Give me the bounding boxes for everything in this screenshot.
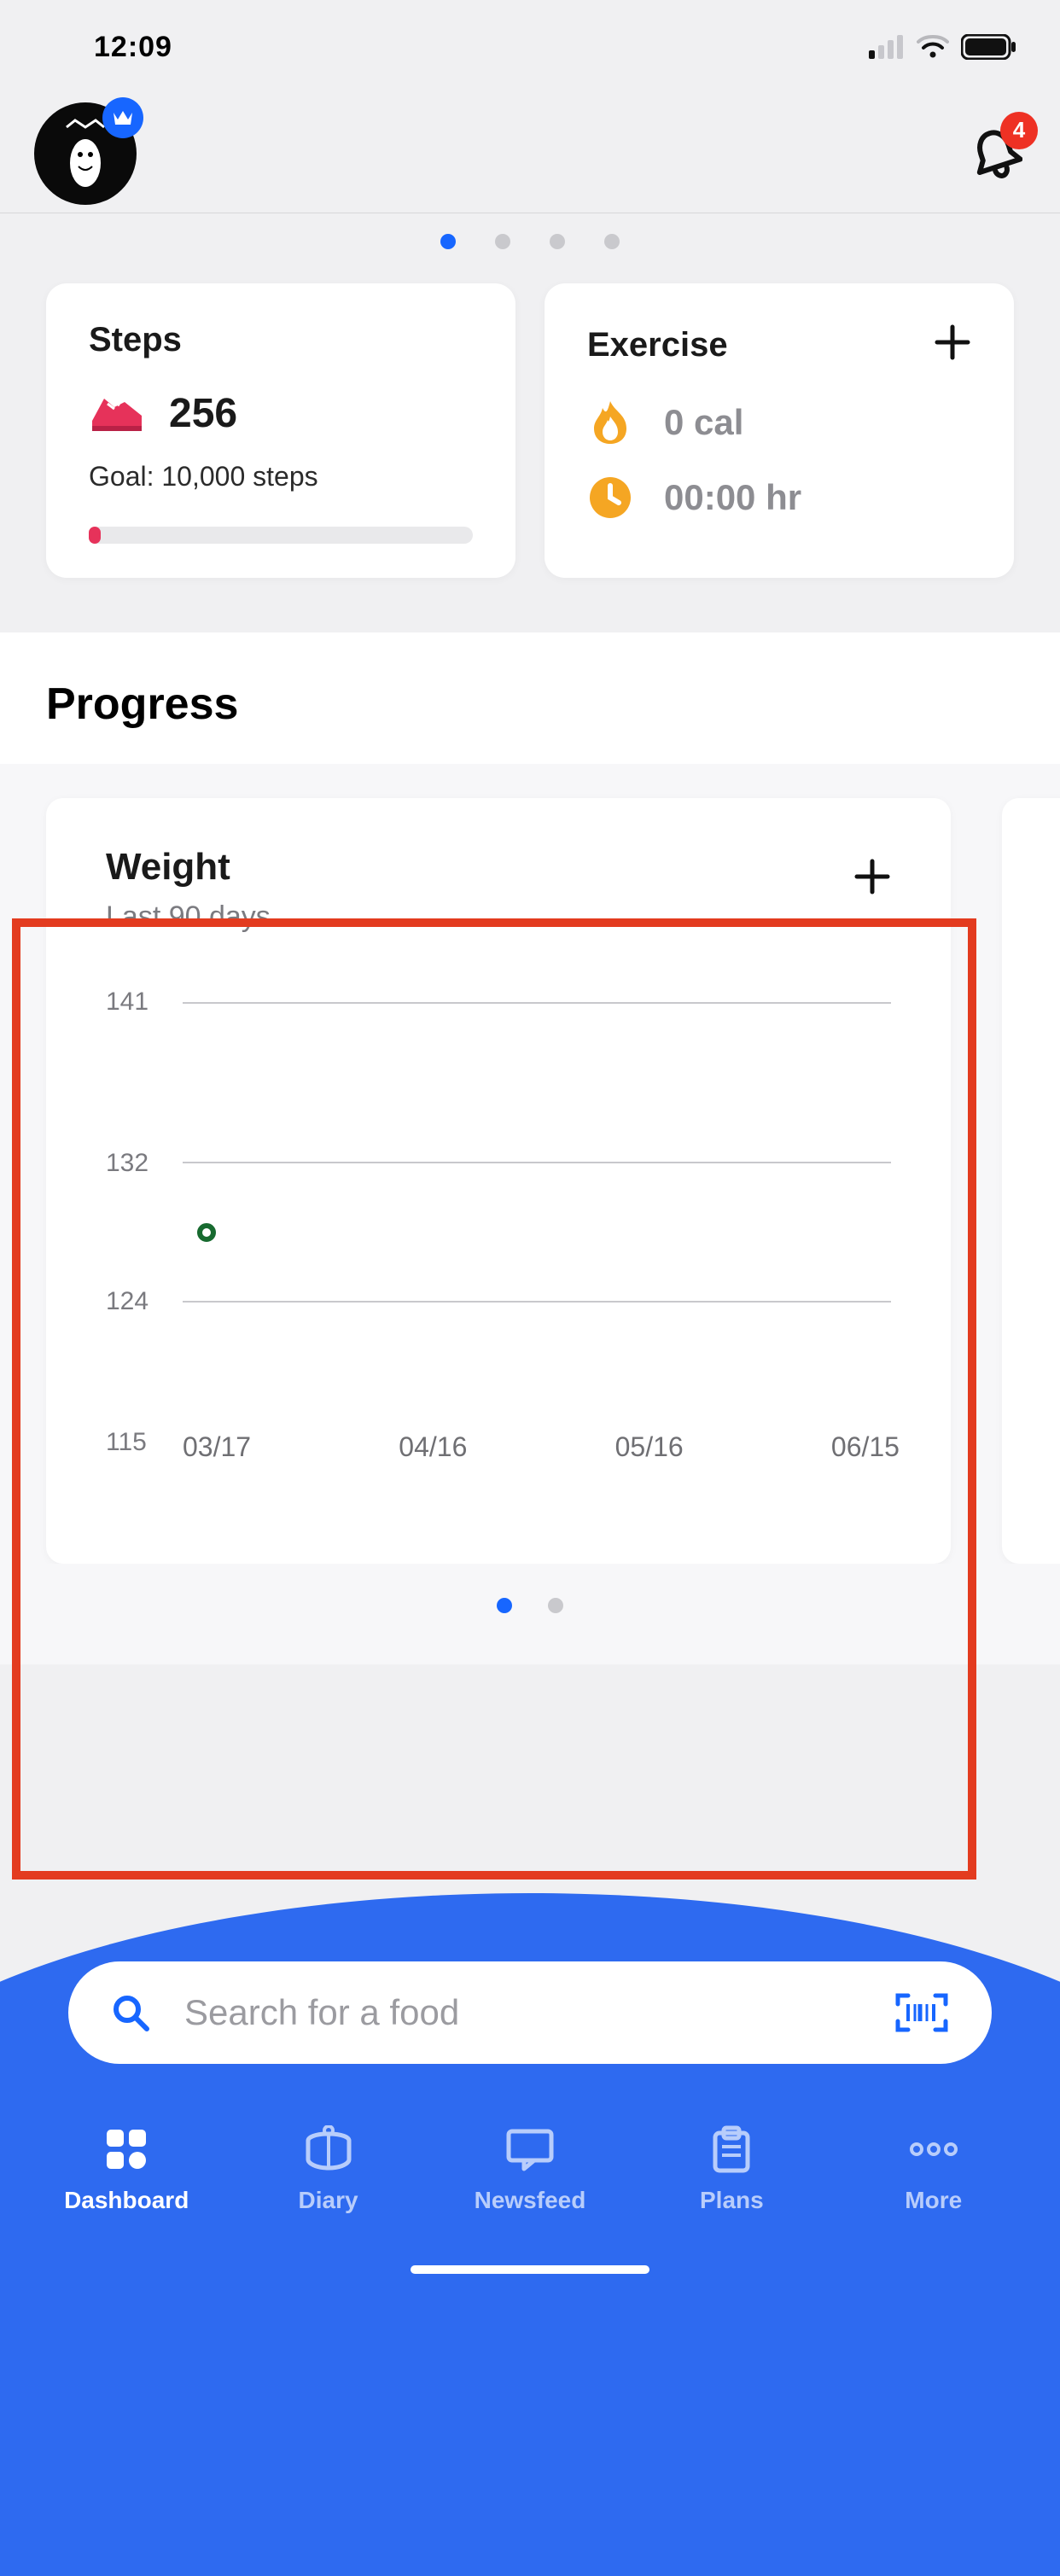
steps-progress-fill [89, 527, 101, 544]
steps-card-title: Steps [89, 321, 473, 359]
progress-cards-scroll[interactable]: Weight Last 90 days 141 132 124 115 03/1… [0, 764, 1060, 1564]
chart-y-tick: 124 [106, 1287, 149, 1316]
add-weight-button[interactable] [853, 858, 891, 900]
chart-x-tick: 05/16 [615, 1431, 684, 1463]
tab-diary[interactable]: Diary [252, 2124, 405, 2214]
premium-badge-icon [102, 97, 143, 138]
chart-y-tick: 141 [106, 988, 149, 1017]
progress-heading: Progress [0, 632, 1060, 764]
battery-icon [961, 34, 1017, 60]
summary-cards-row: Steps 256 Goal: 10,000 steps Exercise [0, 283, 1060, 632]
weight-card[interactable]: Weight Last 90 days 141 132 124 115 03/1… [46, 798, 951, 1564]
tab-bar: Dashboard Diary [0, 2124, 1060, 2248]
search-icon [111, 1993, 150, 2032]
diary-icon [303, 2124, 354, 2175]
notifications-button[interactable]: 4 [966, 124, 1026, 184]
app-header: 4 [0, 94, 1060, 213]
steps-value: 256 [169, 390, 237, 437]
tab-dashboard[interactable]: Dashboard [50, 2124, 203, 2214]
next-progress-card[interactable]: S La 16 11 5 [1002, 798, 1060, 1564]
carousel-dot[interactable] [604, 234, 620, 249]
steps-card[interactable]: Steps 256 Goal: 10,000 steps [46, 283, 515, 578]
add-exercise-button[interactable] [934, 321, 971, 369]
carousel-dot[interactable] [548, 1598, 563, 1613]
tab-label: Newsfeed [475, 2187, 586, 2214]
steps-progress-bar [89, 527, 473, 544]
progress-carousel-dots[interactable] [0, 1564, 1060, 1664]
steps-goal-label: Goal: 10,000 steps [89, 461, 473, 492]
food-search-bar[interactable]: Search for a food [68, 1961, 992, 2064]
tab-label: Dashboard [64, 2187, 189, 2214]
carousel-dot[interactable] [550, 234, 565, 249]
weight-card-title: Weight [106, 846, 891, 889]
search-placeholder: Search for a food [184, 1992, 860, 2033]
bottom-bar: Search for a food [0, 1893, 1060, 2294]
status-bar: 12:09 [0, 0, 1060, 94]
tab-plans[interactable]: Plans [655, 2124, 808, 2214]
shoe-icon [89, 390, 145, 437]
exercise-calories-value: 0 cal [664, 402, 743, 443]
exercise-duration-row: 00:00 hr [587, 475, 971, 521]
dashboard-icon [103, 2124, 149, 2175]
chart-y-tick: 132 [106, 1149, 149, 1178]
exercise-duration-value: 00:00 hr [664, 477, 801, 518]
cellular-icon [869, 35, 905, 59]
chart-grid [183, 1002, 891, 1412]
more-icon [908, 2124, 959, 2175]
weight-chart: 141 132 124 115 03/17 04/16 05/16 06/15 [106, 1002, 891, 1463]
tab-label: Diary [299, 2187, 358, 2214]
home-indicator[interactable] [411, 2265, 649, 2274]
carousel-dot[interactable] [440, 234, 456, 249]
carousel-dot[interactable] [495, 234, 510, 249]
status-time: 12:09 [94, 31, 172, 64]
summary-carousel-dots[interactable] [0, 213, 1060, 283]
chart-x-axis: 03/17 04/16 05/16 06/15 [183, 1431, 900, 1463]
carousel-dot[interactable] [497, 1598, 512, 1613]
notifications-count-badge: 4 [1000, 112, 1038, 149]
wifi-icon [917, 35, 949, 59]
tab-label: More [905, 2187, 962, 2214]
exercise-calories-row: 0 cal [587, 399, 971, 446]
barcode-scan-icon[interactable] [894, 1992, 949, 2033]
tab-label: Plans [700, 2187, 764, 2214]
exercise-card-title: Exercise [587, 326, 728, 364]
weight-card-subtitle: Last 90 days [106, 900, 891, 934]
plans-icon [710, 2124, 753, 2175]
tab-newsfeed[interactable]: Newsfeed [453, 2124, 607, 2214]
newsfeed-icon [504, 2124, 556, 2175]
weight-data-point [197, 1223, 216, 1242]
flame-icon [587, 399, 633, 446]
tab-more[interactable]: More [857, 2124, 1010, 2214]
chart-x-tick: 06/15 [831, 1431, 900, 1463]
status-icons [869, 34, 1017, 60]
exercise-card[interactable]: Exercise 0 cal [545, 283, 1014, 578]
chart-x-tick: 03/17 [183, 1431, 251, 1463]
profile-avatar[interactable] [34, 102, 137, 205]
plus-icon [853, 858, 891, 895]
chart-y-tick: 115 [106, 1428, 147, 1457]
plus-icon [934, 323, 971, 361]
chart-x-tick: 04/16 [399, 1431, 467, 1463]
clock-icon [587, 475, 633, 521]
